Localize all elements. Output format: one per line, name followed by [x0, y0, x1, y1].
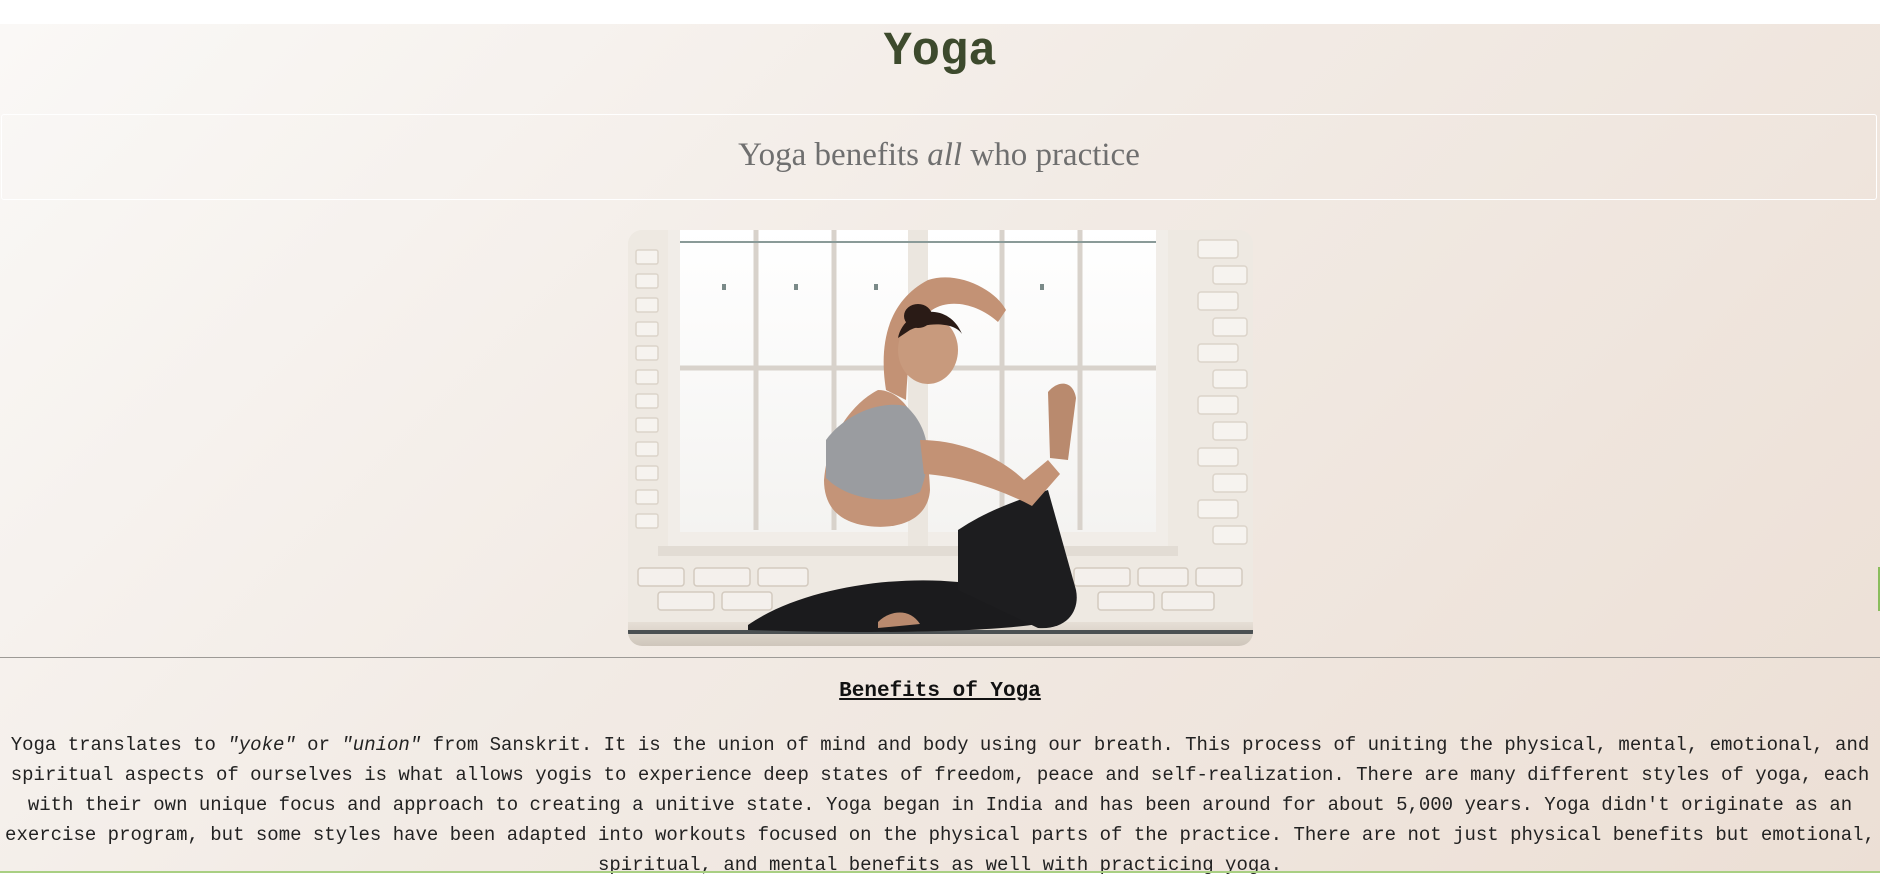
- yoga-photo: [628, 230, 1253, 646]
- section-divider: [0, 657, 1880, 658]
- tagline: Yoga benefits all who practice: [2, 135, 1876, 175]
- benefits-text-or: or: [295, 734, 342, 756]
- tagline-emphasis: all: [927, 137, 963, 173]
- benefits-text-intro: Yoga translates to: [10, 734, 228, 756]
- tagline-start: Yoga benefits: [738, 137, 928, 173]
- benefits-term-yoke: "yoke": [227, 734, 296, 756]
- tagline-box: Yoga benefits all who practice: [1, 114, 1877, 200]
- page-background: Yoga Yoga benefits all who practice Bene…: [0, 24, 1880, 876]
- benefits-term-union: "union": [341, 734, 422, 756]
- yoga-photo-illustration: [628, 230, 1253, 646]
- page-title: Yoga: [883, 26, 997, 79]
- benefits-heading: Benefits of Yoga: [839, 680, 1041, 703]
- tagline-end: who practice: [962, 137, 1140, 173]
- benefits-paragraph: Yoga translates to "yoke" or "union" fro…: [0, 730, 1880, 880]
